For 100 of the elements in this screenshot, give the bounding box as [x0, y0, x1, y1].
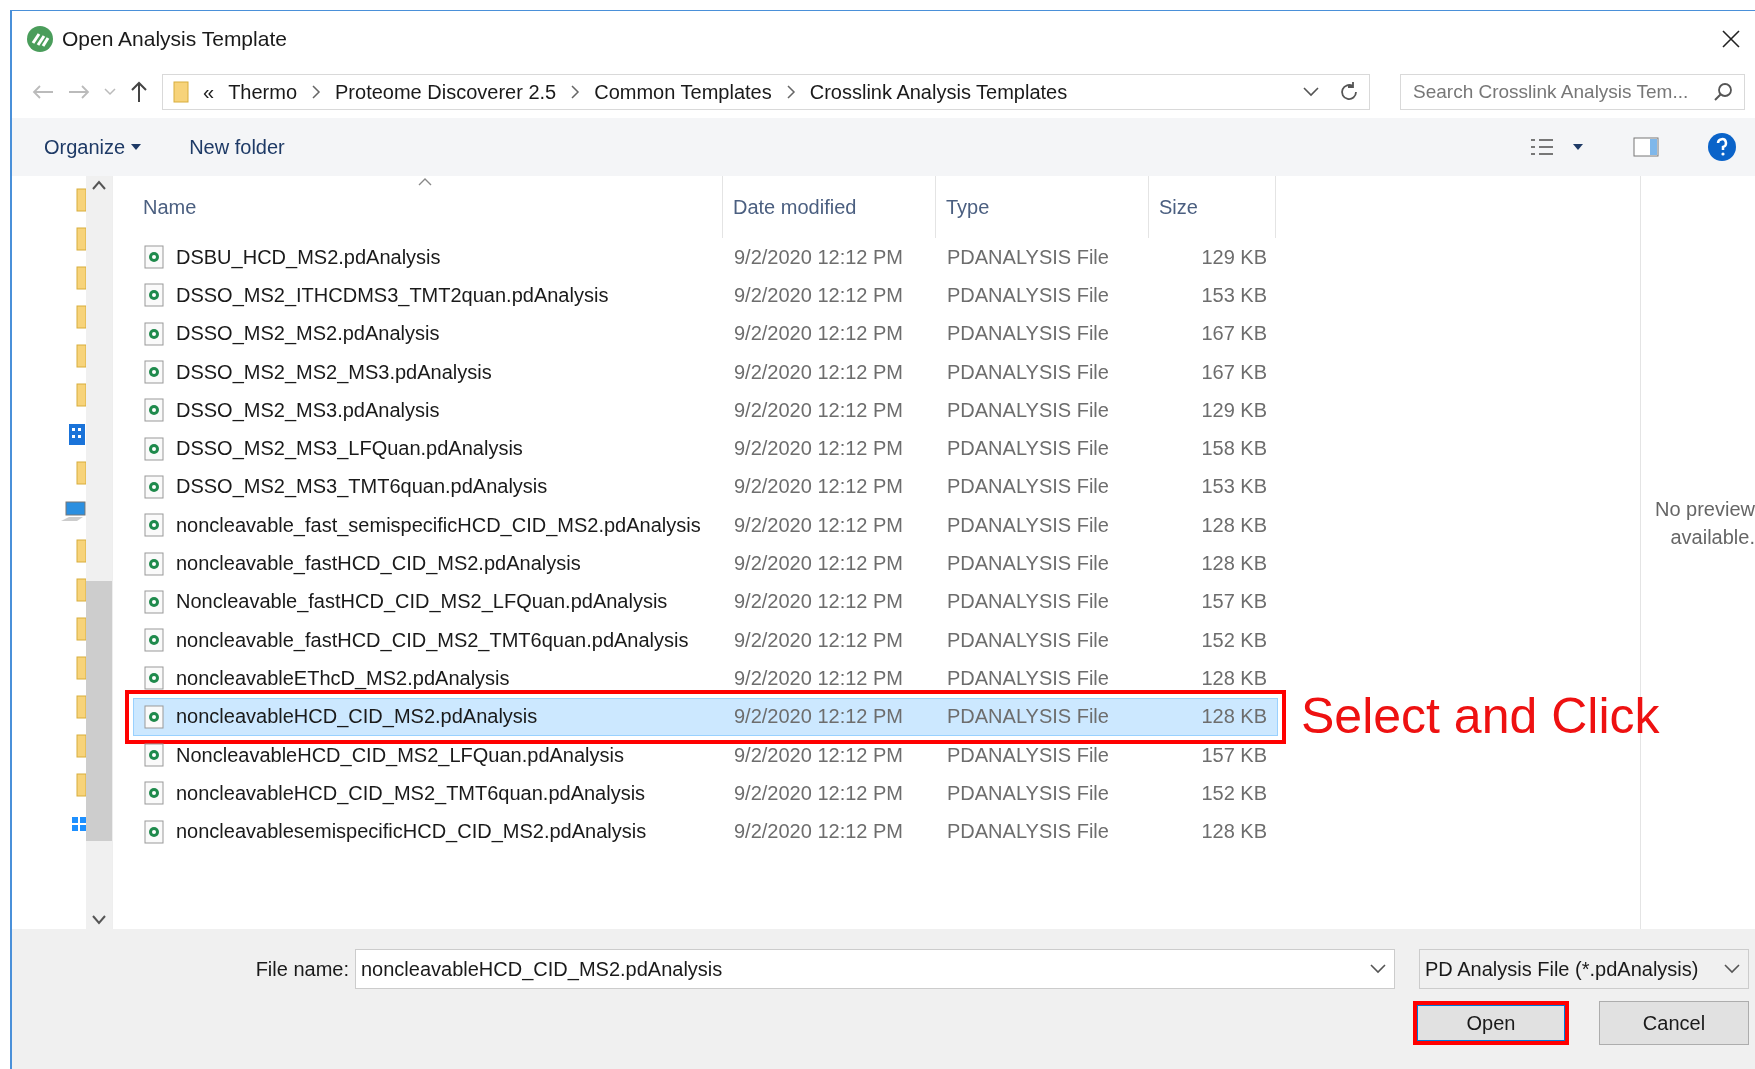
breadcrumb-item[interactable]: Crosslink Analysis Templates: [809, 80, 1068, 104]
cancel-button[interactable]: Cancel: [1599, 1001, 1749, 1045]
date-cell-text: 9/2/2020 12:12 PM: [733, 322, 904, 346]
file-row[interactable]: noncleavable_fast_semispecificHCD_CID_MS2.pdAnalysis 9/2/2020 12:12 PM PDANALYSIS File 128 KB: [133, 506, 1278, 545]
breadcrumb-item[interactable]: Common Templates: [594, 80, 772, 104]
breadcrumb-item[interactable]: Thermo: [228, 80, 298, 104]
chevron-right-icon: [785, 85, 796, 99]
file-row[interactable]: noncleavableEThcD_MS2.pdAnalysis 9/2/2020 12:12 PM PDANALYSIS File 128 KB: [133, 659, 1278, 698]
type-cell-text: PDANALYSIS File: [946, 552, 1110, 575]
search-icon[interactable]: [1713, 82, 1733, 102]
date-cell-text: 9/2/2020 12:12 PM: [733, 705, 904, 729]
file-row[interactable]: DSBU_HCD_MS2.pdAnalysis 9/2/2020 12:12 PM PDANALYSIS File 129 KB: [133, 238, 1278, 277]
recent-dropdown-icon[interactable]: [104, 88, 116, 96]
file-gear-icon: [144, 628, 164, 653]
preview-message: No preview: [1654, 496, 1755, 522]
file-name: DSSO_MS2_ITHCDMS3_TMT2quan.pdAnalysis: [176, 283, 609, 307]
file-name: noncleavableEThcD_MS2.pdAnalysis: [176, 666, 510, 690]
type-cell-text: PDANALYSIS File: [946, 245, 1110, 269]
size-cell-text: 128 KB: [1200, 552, 1268, 575]
date-cell-text: 9/2/2020 12:12 PM: [733, 666, 904, 690]
date-cell-text: 9/2/2020 12:12 PM: [733, 283, 904, 307]
type-cell-text: PDANALYSIS File: [946, 283, 1110, 307]
date-cell-text: 9/2/2020 12:12 PM: [733, 475, 904, 499]
size-cell-text: 129 KB: [1200, 245, 1268, 269]
folder-icon: [173, 81, 189, 103]
type-cell-text: PDANALYSIS File: [946, 628, 1110, 652]
date-cell-text: 9/2/2020 12:12 PM: [733, 781, 904, 805]
file-row[interactable]: noncleavable_fastHCD_CID_MS2.pdAnalysis 9/2/2020 12:12 PM PDANALYSIS File 128 KB: [133, 544, 1278, 583]
help-icon[interactable]: [1707, 132, 1737, 162]
search-field[interactable]: Search Crosslink Analysis Tem...: [1400, 74, 1745, 110]
file-row[interactable]: DSSO_MS2_MS2.pdAnalysis 9/2/2020 12:12 PM PDANALYSIS File 167 KB: [133, 314, 1278, 353]
back-arrow-icon[interactable]: [32, 84, 54, 100]
file-type-dropdown[interactable]: PD Analysis File (*.pdAnalysis): [1419, 949, 1749, 989]
file-name: noncleavable_fastHCD_CID_MS2_TMT6quan.pdAnalysis: [176, 628, 689, 652]
file-gear-icon: [144, 589, 164, 614]
preview-pane-icon[interactable]: [1633, 137, 1659, 157]
size-cell-text: 128 KB: [1200, 705, 1268, 729]
type-cell-text: PDANALYSIS File: [946, 666, 1110, 690]
scrollbar[interactable]: [86, 176, 112, 929]
file-row[interactable]: noncleavablesemispecificHCD_CID_MS2.pdAnalysis 9/2/2020 12:12 PM PDANALYSIS File 128 KB: [133, 812, 1278, 851]
size-cell-text: 152 KB: [1200, 781, 1268, 805]
file-name-field[interactable]: noncleavableHCD_CID_MS2.pdAnalysis: [355, 949, 1395, 989]
file-row[interactable]: NoncleavableHCD_CID_MS2_LFQuan.pdAnalysis 9/2/2020 12:12 PM PDANALYSIS File 157 KB: [133, 735, 1278, 775]
file-row[interactable]: DSSO_MS2_MS2_MS3.pdAnalysis 9/2/2020 12:12 PM PDANALYSIS File 167 KB: [133, 352, 1278, 392]
file-gear-icon: [144, 781, 164, 806]
column-header[interactable]: Size: [1149, 176, 1276, 238]
file-row[interactable]: Noncleavable_fastHCD_CID_MS2_LFQuan.pdAnalysis 9/2/2020 12:12 PM PDANALYSIS File 157 KB: [133, 582, 1278, 621]
size-cell-text: 157 KB: [1200, 743, 1268, 767]
scroll-down-icon[interactable]: [92, 915, 106, 925]
file-name: DSSO_MS2_MS3_TMT6quan.pdAnalysis: [176, 475, 548, 499]
file-gear-icon: [144, 245, 164, 270]
type-cell-text: PDANALYSIS File: [946, 820, 1110, 844]
breadcrumb-item[interactable]: Proteome Discoverer 2.5: [335, 80, 557, 104]
size-cell-text: 128 KB: [1200, 820, 1268, 844]
size-cell-text: 167 KB: [1200, 322, 1268, 346]
file-gear-icon: [144, 474, 164, 499]
address-dropdown-icon[interactable]: [1303, 87, 1319, 97]
date-cell-text: 9/2/2020 12:12 PM: [733, 590, 904, 614]
date-cell-text: 9/2/2020 12:12 PM: [733, 513, 904, 537]
file-name: DSBU_HCD_MS2.pdAnalysis: [176, 245, 441, 269]
file-gear-icon: [144, 666, 164, 691]
file-gear-icon: [144, 513, 164, 538]
file-name: NoncleavableHCD_CID_MS2_LFQuan.pdAnalysis: [176, 743, 624, 767]
file-gear-icon: [144, 360, 164, 385]
forward-arrow-icon[interactable]: [68, 84, 90, 100]
address-bar[interactable]: « Thermo Proteome Discoverer 2.5 Common Templates Crosslink Analysis Templates: [162, 74, 1370, 110]
building-icon[interactable]: [68, 421, 86, 446]
column-header[interactable]: Date modified: [723, 176, 936, 238]
new-folder-button[interactable]: New folder: [189, 131, 285, 163]
date-cell-text: 9/2/2020 12:12 PM: [733, 437, 904, 461]
size-cell-text: 128 KB: [1200, 513, 1268, 537]
file-row[interactable]: noncleavableHCD_CID_MS2_TMT6quan.pdAnalysis 9/2/2020 12:12 PM PDANALYSIS File 152 KB: [133, 774, 1278, 813]
column-header[interactable]: Type: [936, 176, 1149, 238]
windows-logo-icon[interactable]: [72, 816, 86, 831]
file-name: noncleavableHCD_CID_MS2.pdAnalysis: [176, 705, 538, 729]
window-title: Open Analysis Template: [62, 26, 288, 51]
preview-message: available.: [1670, 524, 1755, 550]
size-cell-text: 153 KB: [1200, 283, 1268, 307]
close-icon[interactable]: [1721, 28, 1741, 49]
scroll-up-icon[interactable]: [92, 180, 106, 190]
file-name-label: File name:: [255, 957, 349, 981]
organize-menu[interactable]: Organize: [44, 131, 142, 163]
computer-icon[interactable]: [60, 500, 86, 523]
file-row[interactable]: noncleavable_fastHCD_CID_MS2_TMT6quan.pdAnalysis 9/2/2020 12:12 PM PDANALYSIS File 152 KB: [133, 620, 1278, 660]
view-options-icon[interactable]: [1529, 137, 1585, 157]
date-cell-text: 9/2/2020 12:12 PM: [733, 628, 904, 652]
file-row[interactable]: DSSO_MS2_MS3.pdAnalysis 9/2/2020 12:12 PM PDANALYSIS File 129 KB: [133, 391, 1278, 430]
type-cell-text: PDANALYSIS File: [946, 705, 1110, 729]
file-gear-icon: [144, 321, 164, 346]
file-row[interactable]: DSSO_MS2_MS3_LFQuan.pdAnalysis 9/2/2020 12:12 PM PDANALYSIS File 158 KB: [133, 429, 1278, 468]
up-arrow-icon[interactable]: [130, 81, 148, 103]
file-row[interactable]: DSSO_MS2_MS3_TMT6quan.pdAnalysis 9/2/2020 12:12 PM PDANALYSIS File 153 KB: [133, 467, 1278, 507]
file-row[interactable]: DSSO_MS2_ITHCDMS3_TMT2quan.pdAnalysis 9/2/2020 12:12 PM PDANALYSIS File 153 KB: [133, 276, 1278, 315]
open-button[interactable]: Open: [1413, 1001, 1569, 1045]
type-cell-text: PDANALYSIS File: [946, 475, 1110, 499]
file-name: DSSO_MS2_MS3.pdAnalysis: [176, 398, 440, 422]
file-name: DSSO_MS2_MS3_LFQuan.pdAnalysis: [176, 437, 523, 461]
caret-icon: [131, 144, 142, 150]
overflow-chevron[interactable]: «: [203, 80, 215, 104]
column-header[interactable]: Name: [133, 176, 723, 238]
